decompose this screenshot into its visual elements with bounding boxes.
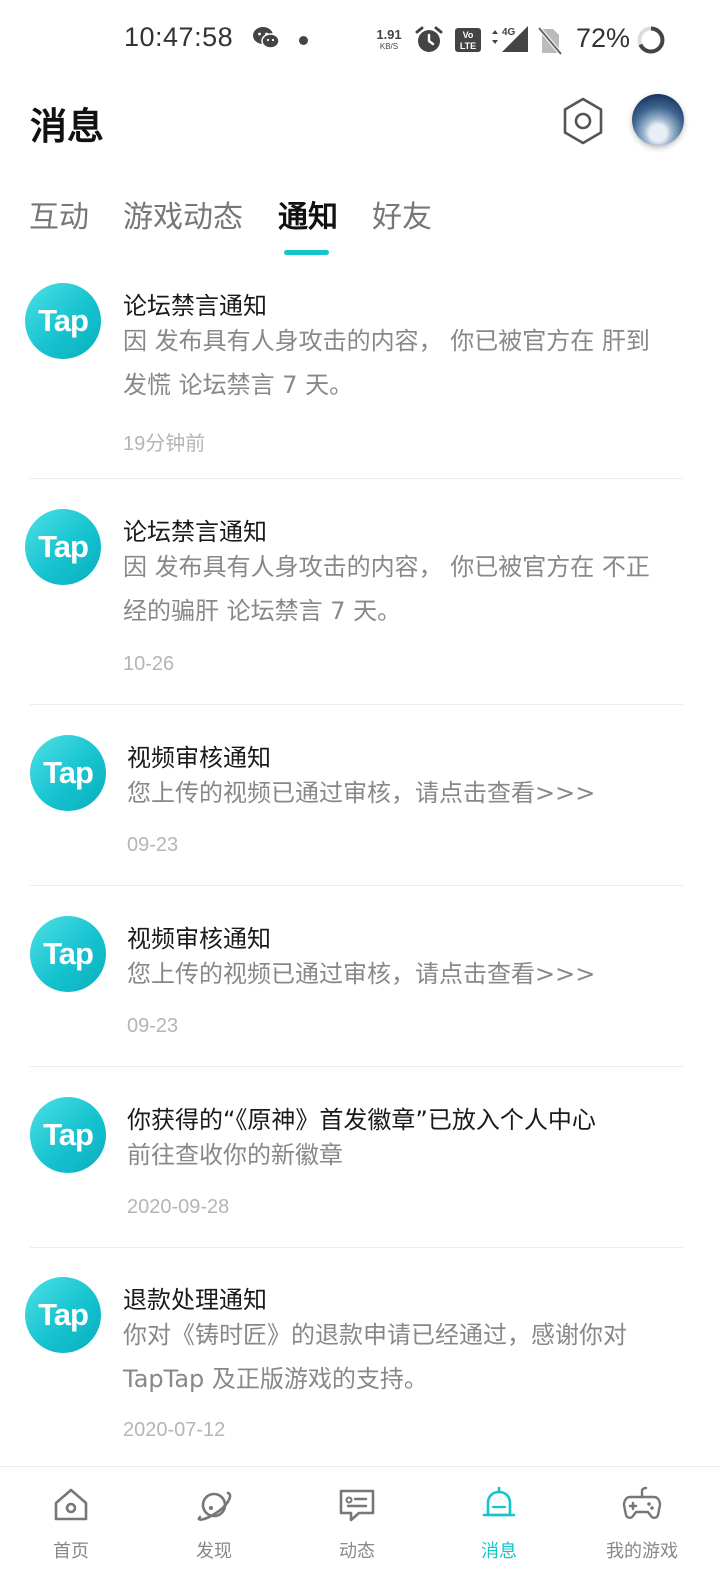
list-item[interactable]: Tap 视频审核通知 您上传的视频已通过审核，请点击查看>>> 09-23 <box>0 895 720 1067</box>
svg-text:LTE: LTE <box>460 41 476 51</box>
notification-time: 09-23 <box>127 834 179 856</box>
svg-text:Vo: Vo <box>463 30 474 40</box>
nav-feed[interactable]: 动态 <box>297 1467 417 1585</box>
notification-title: 视频审核通知 <box>127 744 271 772</box>
nav-feed-label: 动态 <box>339 1541 375 1562</box>
notification-desc: 因 发布具有人身攻击的内容， 你已被官方在 肝到发慌 论坛禁言 7 天。 <box>123 327 650 399</box>
status-bar: 10:47:58 1.91 KB/S Vo LTE 4G 72% <box>0 0 720 80</box>
tab-bar: 互动 游戏动态 通知 好友 <box>0 192 720 262</box>
notification-desc: 因 发布具有人身攻击的内容， 你已被官方在 不正经的骗肝 论坛禁言 7 天。 <box>123 553 650 625</box>
divider <box>30 885 683 886</box>
tab-friends[interactable]: 好友 <box>372 192 432 236</box>
divider <box>30 478 683 479</box>
taptap-logo-text: Tap <box>38 303 89 338</box>
battery-percent: 72% <box>576 23 631 53</box>
notification-title: 视频审核通知 <box>127 925 271 953</box>
notification-time: 2020-07-12 <box>123 1419 226 1441</box>
divider <box>30 704 683 705</box>
notification-title: 退款处理通知 <box>123 1286 267 1314</box>
settings-hexagon-icon <box>563 97 603 145</box>
notification-title: 论坛禁言通知 <box>123 292 267 320</box>
taptap-logo-icon: Tap <box>25 283 101 359</box>
taptap-logo-text: Tap <box>43 1117 94 1152</box>
list-item[interactable]: Tap 论坛禁言通知 因 发布具有人身攻击的内容， 你已被官方在 肝到发慌 论坛… <box>0 262 720 479</box>
notification-desc: 你对《铸时匠》的退款申请已经通过，感谢你对 TapTap 及正版游戏的支持。 <box>123 1321 627 1393</box>
divider <box>30 1247 683 1248</box>
notification-time: 10-26 <box>123 653 175 675</box>
nav-my-games[interactable]: 我的游戏 <box>582 1467 702 1585</box>
taptap-logo-text: Tap <box>38 1297 89 1332</box>
volte-icon: Vo LTE <box>455 28 481 56</box>
no-sim-icon <box>537 26 563 59</box>
list-item[interactable]: Tap 你获得的“《原神》首发徽章”已放入个人中心 前往查收你的新徽章 2020… <box>0 1077 720 1249</box>
gamepad-icon <box>622 1486 662 1519</box>
notification-time: 2020-09-28 <box>127 1196 230 1218</box>
nav-home-label: 首页 <box>53 1541 89 1562</box>
taptap-logo-text: Tap <box>38 529 89 564</box>
nav-discover[interactable]: 发现 <box>154 1467 274 1585</box>
page-title: 消息 <box>30 105 104 148</box>
taptap-logo-icon: Tap <box>25 1277 101 1353</box>
network-type: 4G <box>502 27 516 38</box>
notification-time: 19分钟前 <box>123 433 206 455</box>
wechat-icon <box>252 26 280 54</box>
taptap-logo-icon: Tap <box>25 509 101 585</box>
notification-desc: 前往查收你的新徽章 <box>127 1141 343 1169</box>
network-speed-value: 1.91 <box>376 27 402 42</box>
bottom-navigation: 首页 发现 动态 消息 我的游戏 <box>0 1466 720 1585</box>
nav-messages-label: 消息 <box>481 1541 517 1562</box>
nav-messages[interactable]: 消息 <box>439 1467 559 1585</box>
active-tab-indicator <box>284 250 329 255</box>
nav-my-games-label: 我的游戏 <box>606 1541 678 1562</box>
list-item[interactable]: Tap 论坛禁言通知 因 发布具有人身攻击的内容， 你已被官方在 不正经的骗肝 … <box>0 488 720 705</box>
network-speed: 1.91 KB/S <box>374 28 404 51</box>
taptap-logo-icon: Tap <box>30 916 106 992</box>
status-time: 10:47:58 <box>124 22 234 52</box>
bell-icon <box>482 1486 516 1517</box>
tab-game-updates[interactable]: 游戏动态 <box>123 192 243 236</box>
notification-time: 09-23 <box>127 1015 179 1037</box>
home-icon <box>54 1488 88 1521</box>
alarm-icon <box>414 25 444 59</box>
divider <box>30 1066 683 1067</box>
chat-bubble-icon <box>339 1489 375 1522</box>
taptap-logo-icon: Tap <box>30 1097 106 1173</box>
taptap-logo-text: Tap <box>43 755 94 790</box>
taptap-logo-icon: Tap <box>30 735 106 811</box>
battery-ring-icon <box>636 25 666 59</box>
notification-desc: 您上传的视频已通过审核，请点击查看>>> <box>127 779 596 807</box>
notification-title: 论坛禁言通知 <box>123 518 267 546</box>
tab-notifications[interactable]: 通知 <box>278 192 338 236</box>
notification-desc: 您上传的视频已通过审核，请点击查看>>> <box>127 960 596 988</box>
notification-title: 你获得的“《原神》首发徽章”已放入个人中心 <box>127 1106 596 1134</box>
taptap-logo-text: Tap <box>43 936 94 971</box>
network-speed-unit: KB/S <box>379 42 399 51</box>
signal-icon: 4G <box>490 24 530 58</box>
notification-dot <box>299 36 308 45</box>
nav-discover-label: 发现 <box>196 1541 232 1562</box>
avatar[interactable] <box>632 94 684 146</box>
planet-icon <box>197 1491 232 1521</box>
list-item[interactable]: Tap 退款处理通知 你对《铸时匠》的退款申请已经通过，感谢你对 TapTap … <box>0 1257 720 1457</box>
list-item[interactable]: Tap 视频审核通知 您上传的视频已通过审核，请点击查看>>> 09-23 <box>0 714 720 886</box>
tab-interaction[interactable]: 互动 <box>29 192 89 236</box>
nav-home[interactable]: 首页 <box>11 1467 131 1585</box>
settings-button[interactable] <box>560 96 606 146</box>
